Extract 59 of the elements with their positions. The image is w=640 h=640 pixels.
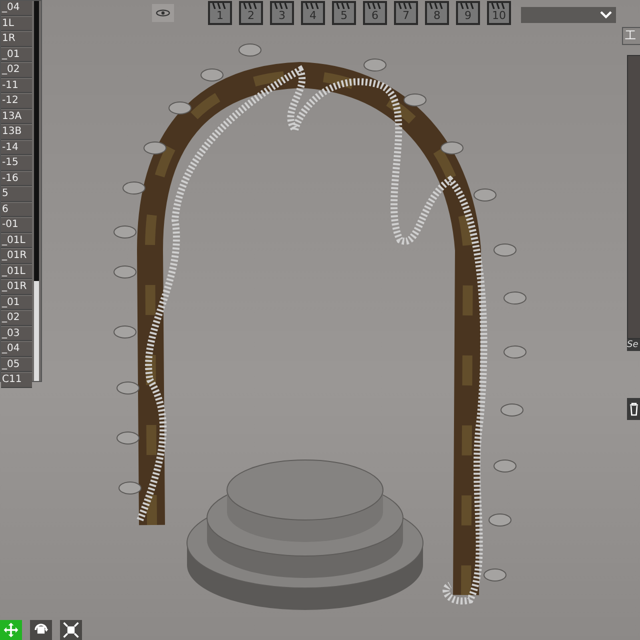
camera-slot-button[interactable]: 8 [425,1,449,25]
list-item[interactable]: 1R [1,32,32,46]
list-item[interactable]: -12 [1,94,32,108]
list-item[interactable]: _04 [1,1,32,16]
camera-slot-button[interactable]: 1 [208,1,232,25]
dropdown[interactable] [521,7,616,23]
list-item[interactable]: -11 [1,78,32,93]
scale-tool-button[interactable] [60,620,82,640]
clapperboard-icon [241,3,261,9]
clapperboard-icon [396,3,416,9]
list-item[interactable]: _01R [1,249,32,264]
list-item[interactable]: _01 [1,296,32,310]
list-item[interactable]: 1L [1,16,32,31]
camera-slot-button[interactable]: 6 [363,1,387,25]
clapperboard-icon [303,3,323,9]
move-tool-button[interactable] [0,620,22,640]
rotate-tool-button[interactable] [30,620,52,640]
list-item[interactable]: 13B [1,125,32,140]
list-item[interactable]: _01L [1,264,32,279]
visibility-button[interactable] [152,4,174,22]
list-item[interactable]: -15 [1,156,32,170]
list-item[interactable]: 13A [1,110,32,124]
scrollbar[interactable] [34,1,39,381]
camera-slot-button[interactable]: 4 [301,1,325,25]
clapperboard-icon [365,3,385,9]
clapperboard-icon [334,3,354,9]
list-item[interactable]: -14 [1,140,32,155]
clapperboard-icon [489,3,509,9]
camera-slot-button[interactable]: 7 [394,1,418,25]
list-item[interactable]: _01R [1,280,32,294]
list-item[interactable]: _03 [1,326,32,341]
chevron-down-icon [600,11,612,19]
move-icon [2,621,20,639]
list-item[interactable]: _02 [1,311,32,326]
camera-slot-button[interactable]: 10 [487,1,511,25]
list-item[interactable]: C11 [1,373,32,388]
panel-tab[interactable]: 工 [622,27,640,45]
scale-icon [62,621,80,639]
eye-icon [155,9,171,17]
clapperboard-icon [272,3,292,9]
list-item[interactable]: -01 [1,218,32,232]
clapperboard-icon [458,3,478,9]
status-text: Se [627,339,640,351]
list-item[interactable]: _05 [1,358,32,372]
camera-slot-button[interactable]: 5 [332,1,356,25]
list-item[interactable]: 5 [1,187,32,202]
list-item[interactable]: _01 [1,48,32,62]
trash-icon [629,402,639,416]
camera-slot-button[interactable]: 2 [239,1,263,25]
clapperboard-icon [210,3,230,9]
camera-slot-button[interactable]: 3 [270,1,294,25]
list-item[interactable]: 6 [1,202,32,217]
list-item[interactable]: _04 [1,342,32,356]
clapperboard-icon [427,3,447,9]
delete-button[interactable] [627,398,640,420]
list-item[interactable]: _01L [1,234,32,248]
list-item[interactable]: _02 [1,63,32,78]
camera-slot-button[interactable]: 9 [456,1,480,25]
list-item[interactable]: -16 [1,172,32,186]
